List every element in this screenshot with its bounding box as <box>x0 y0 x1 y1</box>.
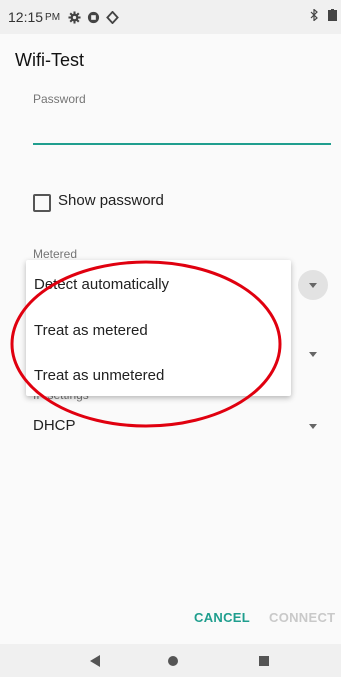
navigation-bar <box>0 644 341 677</box>
show-password-checkbox[interactable] <box>33 194 51 212</box>
wifi-config-dialog: Wifi-Test Password Show password Metered… <box>0 34 341 644</box>
ip-settings-value[interactable]: DHCP <box>33 417 76 434</box>
ip-settings-chevron-down-icon[interactable] <box>309 424 317 429</box>
connect-button[interactable]: CONNECT <box>269 610 335 625</box>
app-notification-icon <box>87 11 100 23</box>
menu-item-treat-as-unmetered[interactable]: Treat as unmetered <box>26 352 291 398</box>
hidden-setting-dropdown-arrow[interactable] <box>309 352 317 357</box>
metered-label: Metered <box>33 247 78 261</box>
back-triangle-icon[interactable] <box>90 655 101 667</box>
cancel-button[interactable]: CANCEL <box>194 610 250 625</box>
password-underline <box>33 143 331 145</box>
show-password-label[interactable]: Show password <box>58 192 164 209</box>
status-time: 12:15 <box>8 9 44 25</box>
bluetooth-icon <box>310 9 318 21</box>
status-bar: 12:15 PM <box>0 0 341 34</box>
menu-item-detect-automatically[interactable]: Detect automatically <box>26 261 291 307</box>
home-circle-icon[interactable] <box>168 656 178 666</box>
settings-gear-icon <box>68 10 81 24</box>
password-input[interactable] <box>33 114 331 142</box>
password-label: Password <box>33 92 86 106</box>
battery-icon <box>328 9 337 21</box>
chevron-down-icon <box>309 283 317 288</box>
dialog-title: Wifi-Test <box>15 50 84 70</box>
recents-square-icon[interactable] <box>259 656 269 666</box>
sync-icon <box>106 10 119 24</box>
status-ampm: PM <box>45 11 61 23</box>
metered-spinner-button[interactable] <box>298 270 328 300</box>
menu-item-treat-as-metered[interactable]: Treat as metered <box>26 307 291 353</box>
metered-dropdown-menu: Detect automatically Treat as metered Tr… <box>26 260 291 396</box>
